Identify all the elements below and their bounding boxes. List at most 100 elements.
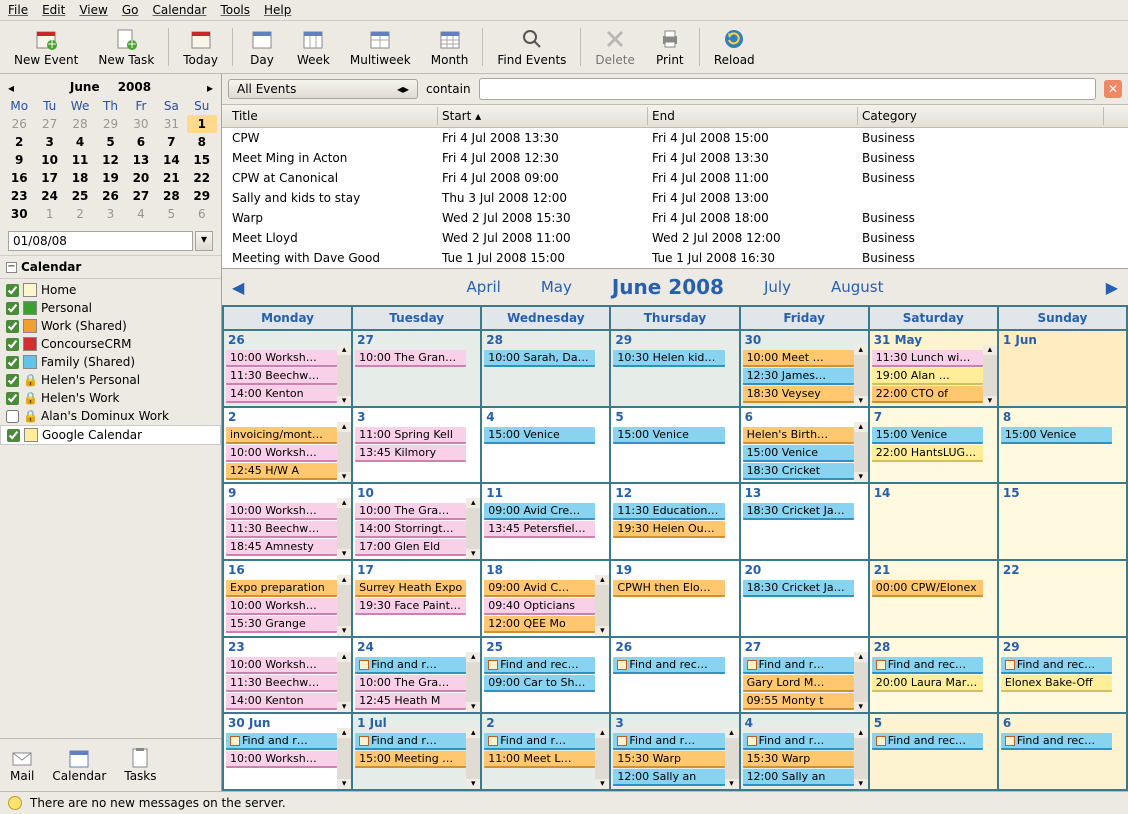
day-cell[interactable]: 2810:00 Sarah, Dav…: [482, 331, 611, 408]
calendar-event[interactable]: 10:00 The Gra…: [355, 675, 466, 692]
mini-day[interactable]: 13: [126, 151, 156, 169]
mini-day[interactable]: 6: [187, 205, 217, 223]
calendar-event[interactable]: 18:45 Amnesty: [226, 539, 337, 556]
cell-scrollbar[interactable]: ▴▾: [466, 728, 480, 789]
mini-day[interactable]: 26: [95, 187, 125, 205]
day-cell[interactable]: 815:00 Venice: [999, 408, 1128, 485]
calendar-item[interactable]: 🔒Helen's Personal: [0, 371, 221, 389]
new-event-button[interactable]: +New Event: [6, 25, 86, 69]
calendar-event[interactable]: 12:30 James…: [743, 368, 854, 385]
day-cell[interactable]: 1211:30 Education …19:30 Helen Ou…: [611, 484, 740, 561]
day-cell[interactable]: 27Find and r…Gary Lord M…09:55 Monty t▴▾: [741, 638, 870, 715]
day-cell[interactable]: 19CPWH then Elo…: [611, 561, 740, 638]
calendar-event[interactable]: 19:30 Helen Ou…: [613, 521, 724, 538]
event-filter-combo[interactable]: All Events◂▸: [228, 79, 418, 99]
calendar-event[interactable]: 00:00 CPW/Elonex: [872, 580, 983, 597]
mini-day[interactable]: 8: [187, 133, 217, 151]
mini-day[interactable]: 27: [126, 187, 156, 205]
day-cell[interactable]: 6Helen's Birth…15:00 Venice18:30 Cricket…: [741, 408, 870, 485]
calendar-item[interactable]: 🔒Alan's Dominux Work: [0, 407, 221, 425]
day-cell[interactable]: 1318:30 Cricket Ja…: [741, 484, 870, 561]
calendar-event[interactable]: 14:00 Kenton: [226, 693, 337, 710]
calendar-item[interactable]: 🔒Helen's Work: [0, 389, 221, 407]
day-cell[interactable]: 515:00 Venice: [611, 408, 740, 485]
calendar-event[interactable]: 12:00 QEE Mo: [484, 616, 595, 633]
mini-cal-prev[interactable]: ◂: [4, 81, 18, 95]
side-mail[interactable]: Mail: [10, 747, 34, 783]
day-cell[interactable]: 3Find and r…15:30 Warp12:00 Sally an▴▾: [611, 714, 740, 791]
day-cell[interactable]: 16Expo preparation10:00 Worksh…15:30 Gra…: [224, 561, 353, 638]
calendar-event[interactable]: 13:45 Petersfield…: [484, 521, 595, 538]
calendar-event[interactable]: Elonex Bake-Off: [1001, 675, 1112, 692]
prev-month-arrow[interactable]: ◀: [232, 278, 244, 297]
new-task-button[interactable]: +New Task: [90, 25, 162, 69]
cell-scrollbar[interactable]: ▴▾: [337, 575, 351, 636]
calendar-event[interactable]: 15:00 Venice: [743, 445, 854, 462]
calendar-event[interactable]: Find and rec…: [613, 657, 724, 674]
cell-scrollbar[interactable]: ▴▾: [595, 575, 609, 636]
calendar-event[interactable]: 09:00 Car to Sho…: [484, 675, 595, 692]
calendar-event[interactable]: 09:55 Monty t: [743, 693, 854, 710]
day-cell[interactable]: 30 JunFind and r…10:00 Worksh…▴▾: [224, 714, 353, 791]
calendar-event[interactable]: invoicing/mont…: [226, 427, 337, 444]
mini-day[interactable]: 29: [187, 187, 217, 205]
calendar-event[interactable]: 14:00 Kenton: [226, 386, 337, 403]
day-cell[interactable]: 1809:00 Avid C…09:40 Opticians12:00 QEE …: [482, 561, 611, 638]
calendar-event[interactable]: 11:00 Spring Kell: [355, 427, 466, 444]
calendar-event[interactable]: 10:00 Worksh…: [226, 751, 337, 768]
day-cell[interactable]: 29Find and rec…Elonex Bake-Off: [999, 638, 1128, 715]
mini-day[interactable]: 25: [65, 187, 95, 205]
mini-day[interactable]: 17: [34, 169, 64, 187]
day-cell[interactable]: 2Find and r…11:00 Meet L…▴▾: [482, 714, 611, 791]
calendar-checkbox[interactable]: [6, 392, 19, 405]
mini-day[interactable]: 30: [126, 115, 156, 133]
mini-day[interactable]: 1: [187, 115, 217, 133]
mini-day[interactable]: 28: [156, 187, 186, 205]
column-header[interactable]: Category: [858, 107, 1104, 125]
calendar-event[interactable]: 12:45 H/W A: [226, 463, 337, 480]
calendar-item[interactable]: ConcourseCRM: [0, 335, 221, 353]
day-cell[interactable]: 715:00 Venice22:00 HantsLUG …: [870, 408, 999, 485]
mini-day[interactable]: 18: [65, 169, 95, 187]
mini-cal-next[interactable]: ▸: [203, 81, 217, 95]
menu-view[interactable]: View: [79, 3, 107, 17]
calendar-event[interactable]: 10:30 Helen kids …: [613, 350, 724, 367]
mini-day[interactable]: 27: [34, 115, 64, 133]
calendar-event[interactable]: Find and rec…: [1001, 733, 1112, 750]
mini-day[interactable]: 3: [34, 133, 64, 151]
cell-scrollbar[interactable]: ▴▾: [337, 345, 351, 406]
calendar-event[interactable]: 10:00 Worksh…: [226, 350, 337, 367]
calendar-event[interactable]: 09:00 Avid C…: [484, 580, 595, 597]
calendar-event[interactable]: 12:45 Heath M: [355, 693, 466, 710]
calendar-event[interactable]: Helen's Birth…: [743, 427, 854, 444]
nav-month[interactable]: April: [467, 278, 501, 296]
day-cell[interactable]: 6Find and rec…: [999, 714, 1128, 791]
day-cell[interactable]: 5Find and rec…: [870, 714, 999, 791]
day-cell[interactable]: 910:00 Worksh…11:30 Beechw…18:45 Amnesty…: [224, 484, 353, 561]
cell-scrollbar[interactable]: ▴▾: [466, 652, 480, 713]
calendar-checkbox[interactable]: [6, 410, 19, 423]
month-button[interactable]: Month: [423, 25, 477, 69]
calendar-checkbox[interactable]: [7, 429, 20, 442]
menu-go[interactable]: Go: [122, 3, 139, 17]
mini-day[interactable]: 4: [126, 205, 156, 223]
side-calendar[interactable]: Calendar: [52, 747, 106, 783]
cell-scrollbar[interactable]: ▴▾: [337, 728, 351, 789]
calendar-event[interactable]: 09:00 Avid Cre…: [484, 503, 595, 520]
calendar-checkbox[interactable]: [6, 284, 19, 297]
calendar-event[interactable]: Find and r…: [743, 733, 854, 750]
mini-day[interactable]: 11: [65, 151, 95, 169]
day-cell[interactable]: 26Find and rec…: [611, 638, 740, 715]
calendar-event[interactable]: 10:00 Meet …: [743, 350, 854, 367]
calendar-event[interactable]: Surrey Heath Expo: [355, 580, 466, 597]
day-cell[interactable]: 28Find and rec…20:00 Laura Mark…: [870, 638, 999, 715]
nav-month[interactable]: August: [831, 278, 884, 296]
mini-day[interactable]: 24: [34, 187, 64, 205]
event-row[interactable]: WarpWed 2 Jul 2008 15:30Fri 4 Jul 2008 1…: [222, 208, 1128, 228]
calendar-event[interactable]: 11:30 Lunch wi…: [872, 350, 983, 367]
cell-scrollbar[interactable]: ▴▾: [983, 345, 997, 406]
mini-cal-year[interactable]: 2008: [118, 80, 151, 94]
calendar-section-header[interactable]: − Calendar: [0, 255, 221, 279]
calendar-event[interactable]: 15:30 Warp: [613, 751, 724, 768]
calendar-event[interactable]: CPWH then Elo…: [613, 580, 724, 597]
